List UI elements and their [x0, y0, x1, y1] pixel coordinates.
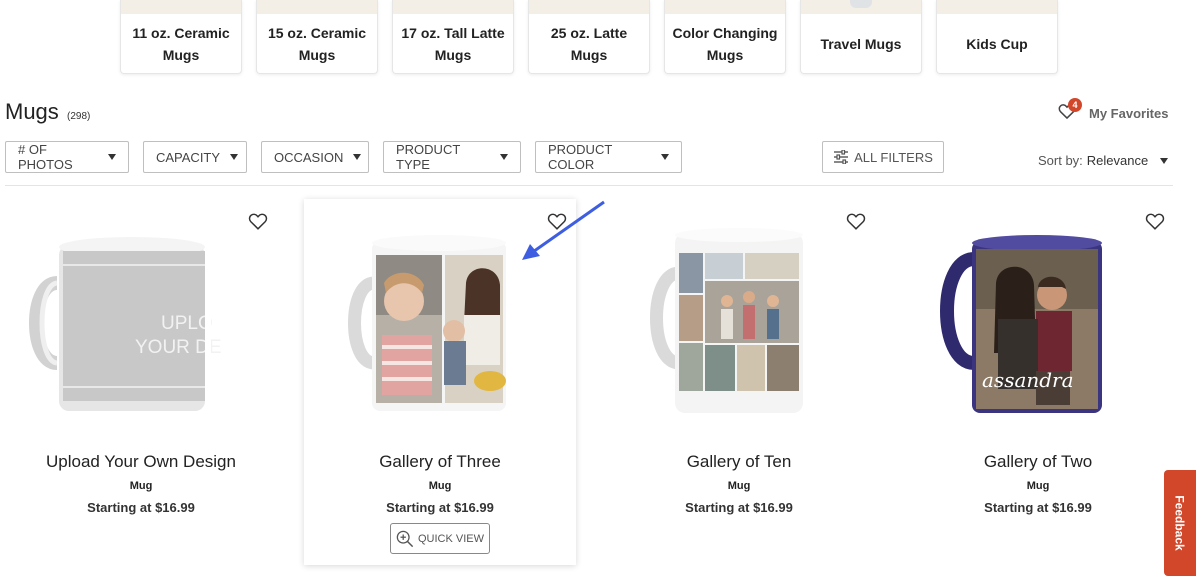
zoom-in-icon — [396, 530, 414, 547]
sort-label: Sort by: — [1038, 153, 1083, 168]
caret-down-icon — [500, 154, 508, 160]
caret-down-icon — [353, 154, 362, 160]
category-label: 17 oz. Tall Latte Mugs — [401, 24, 505, 63]
category-tile-travel-mugs[interactable]: Travel Mugs — [800, 0, 922, 74]
product-type: Mug — [727, 480, 751, 492]
category-label: 25 oz. Latte Mugs — [550, 24, 628, 63]
my-favorites-label: My Favorites — [1089, 106, 1169, 121]
category-thumbnail — [937, 0, 1057, 14]
filter-product-type[interactable]: PRODUCT TYPE — [383, 141, 521, 173]
page-title: Mugs — [5, 99, 59, 124]
category-thumbnail — [121, 0, 241, 14]
product-type: Mug — [1026, 480, 1050, 492]
product-type: Mug — [428, 480, 452, 492]
filter-capacity[interactable]: CAPACITY — [143, 141, 247, 173]
category-row: 11 oz. Ceramic Mugs 15 oz. Ceramic Mugs 17… — [120, 0, 1058, 74]
caret-down-icon — [1160, 157, 1169, 164]
caret-down-icon — [230, 154, 239, 160]
product-card-gallery-of-two[interactable]: assandra Gallery of Two Mug Starting at … — [902, 199, 1174, 565]
mug-name-overlay-text: assandra — [982, 368, 1074, 392]
all-filters-button[interactable]: ALL FILTERS — [822, 141, 944, 173]
product-name[interactable]: Gallery of Three — [304, 452, 576, 472]
sort-dropdown[interactable]: Sort by: Relevance — [1038, 153, 1169, 168]
category-tile-25oz-latte[interactable]: 25 oz. Latte Mugs — [528, 0, 650, 74]
divider — [5, 185, 1173, 186]
product-type: Mug — [129, 480, 153, 492]
category-tile-kids-cup[interactable]: Kids Cup — [936, 0, 1058, 74]
filter-label: PRODUCT TYPE — [396, 142, 461, 172]
product-price: Starting at $16.99 — [87, 500, 195, 515]
my-favorites-link[interactable]: 4 My Favorites — [1057, 98, 1169, 126]
product-price: Starting at $16.99 — [685, 500, 793, 515]
quick-view-button[interactable]: QUICK VIEW — [390, 523, 490, 554]
product-card-upload-your-own[interactable]: UPLO YOUR DE Upload Your Own Design Mug … — [5, 199, 277, 565]
filter-product-color[interactable]: PRODUCT COLOR — [535, 141, 682, 173]
category-thumbnail — [529, 0, 649, 14]
filter-label: CAPACITY — [156, 149, 221, 165]
category-label: Color Changing Mugs — [672, 24, 778, 63]
product-card-gallery-of-ten[interactable]: Gallery of Ten Mug Starting at $16.99 — [603, 199, 875, 565]
filter-label: # OF PHOTOS — [18, 142, 73, 172]
category-thumbnail — [257, 0, 377, 14]
category-tile-15oz-ceramic[interactable]: 15 oz. Ceramic Mugs — [256, 0, 378, 74]
category-label: 15 oz. Ceramic Mugs — [267, 24, 367, 63]
category-thumbnail — [665, 0, 785, 14]
category-label: Kids Cup — [966, 35, 1028, 52]
product-name[interactable]: Gallery of Ten — [603, 452, 875, 472]
favorites-count-badge: 4 — [1068, 98, 1082, 112]
category-tile-11oz-ceramic[interactable]: 11 oz. Ceramic Mugs — [120, 0, 242, 74]
quick-view-label: QUICK VIEW — [417, 532, 484, 545]
product-image: UPLO YOUR DE — [29, 237, 222, 411]
product-image — [650, 228, 809, 413]
all-filters-label: ALL FILTERS — [854, 149, 933, 165]
upload-placeholder-text-1: UPLO — [161, 313, 213, 334]
feedback-tab[interactable]: Feedback — [1164, 470, 1196, 576]
filter-label: OCCASION — [274, 149, 344, 165]
product-name[interactable]: Gallery of Two — [902, 452, 1174, 472]
sort-value: Relevance — [1086, 153, 1149, 168]
product-price: Starting at $16.99 — [984, 500, 1092, 515]
product-price: Starting at $16.99 — [386, 500, 494, 515]
filter-number-of-photos[interactable]: # OF PHOTOS — [5, 141, 129, 173]
sliders-icon — [834, 150, 849, 164]
product-name[interactable]: Upload Your Own Design — [5, 452, 277, 472]
category-thumbnail — [393, 0, 513, 14]
caret-down-icon — [108, 154, 116, 160]
category-thumbnail — [801, 0, 921, 14]
category-tile-color-changing[interactable]: Color Changing Mugs — [664, 0, 786, 74]
category-label: Travel Mugs — [820, 35, 902, 52]
category-label: 11 oz. Ceramic Mugs — [132, 24, 230, 63]
caret-down-icon — [661, 154, 669, 160]
filter-occasion[interactable]: OCCASION — [261, 141, 369, 173]
annotation-arrow-icon — [522, 200, 605, 260]
product-image: assandra — [940, 235, 1108, 413]
feedback-label: Feedback — [1173, 495, 1188, 551]
result-count: (298) — [67, 111, 91, 122]
category-tile-17oz-tall-latte[interactable]: 17 oz. Tall Latte Mugs — [392, 0, 514, 74]
filter-label: PRODUCT COLOR — [548, 142, 613, 172]
